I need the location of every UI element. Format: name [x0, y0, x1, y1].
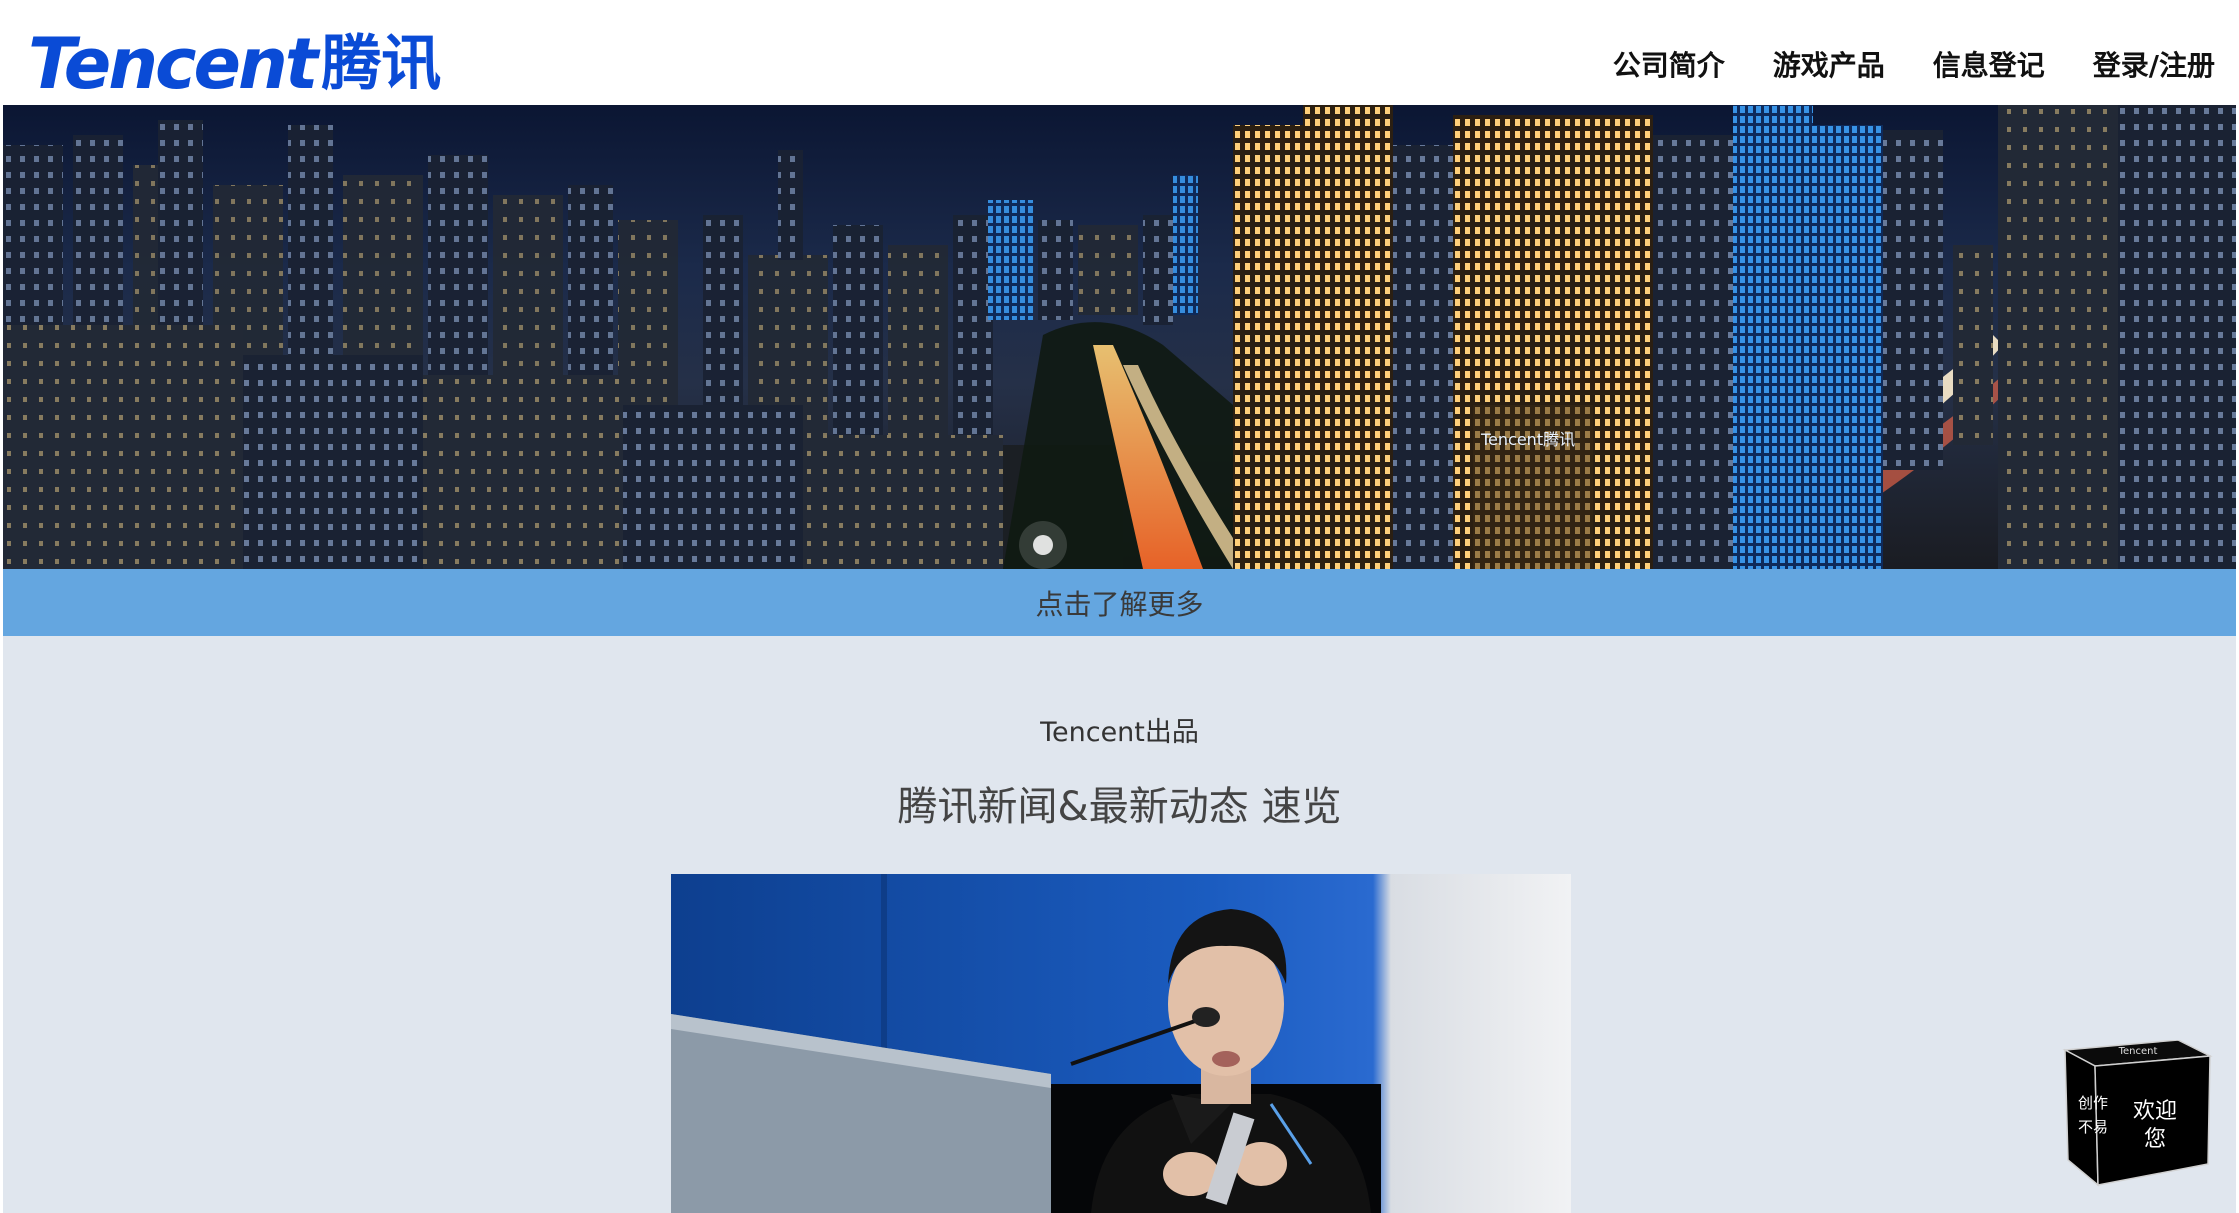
nav-login-register[interactable]: 登录/注册 [2093, 44, 2215, 84]
cube-graphic: Tencent 创作 不易 欢迎 您 [2062, 1039, 2213, 1187]
city-night-image: Tencent腾讯 [3, 105, 2236, 569]
section-subtitle: Tencent出品 [1040, 717, 1199, 748]
nav-game-products[interactable]: 游戏产品 [1773, 44, 1885, 84]
cube-side-text-2: 不易 [2078, 1118, 2108, 1136]
cube-top-text: Tencent [2118, 1046, 2158, 1057]
welcome-cube[interactable]: Tencent 创作 不易 欢迎 您 [2060, 1039, 2220, 1190]
hero-banner[interactable]: Tencent腾讯 [3, 105, 2236, 569]
main-nav: 公司简介 游戏产品 信息登记 登录/注册 [1613, 44, 2215, 84]
building-sign-text: Tencent腾讯 [1480, 430, 1575, 449]
learn-more-button[interactable]: 点击了解更多 [3, 569, 2236, 636]
learn-more-label: 点击了解更多 [1035, 587, 1204, 621]
header: Tencent 腾讯 公司简介 游戏产品 信息登记 登录/注册 [0, 0, 2239, 105]
section-headline: 腾讯新闻&最新动态 速览 [897, 784, 1342, 830]
news-photo[interactable] [671, 874, 1571, 1213]
news-section: Tencent出品 腾讯新闻&最新动态 速览 [3, 636, 2236, 1213]
cube-side-text-1: 创作 [2078, 1094, 2108, 1112]
nav-company-intro[interactable]: 公司简介 [1613, 44, 1725, 84]
speaker-photo [671, 874, 1571, 1213]
logo-text-cn: 腾讯 [321, 29, 442, 99]
cube-front-text-1: 欢迎 [2133, 1099, 2177, 1124]
cube-front-text-2: 您 [2144, 1127, 2166, 1152]
tencent-logo[interactable]: Tencent 腾讯 [28, 28, 441, 100]
nav-info-register[interactable]: 信息登记 [1933, 44, 2045, 84]
logo-text-en: Tencent [28, 23, 318, 105]
